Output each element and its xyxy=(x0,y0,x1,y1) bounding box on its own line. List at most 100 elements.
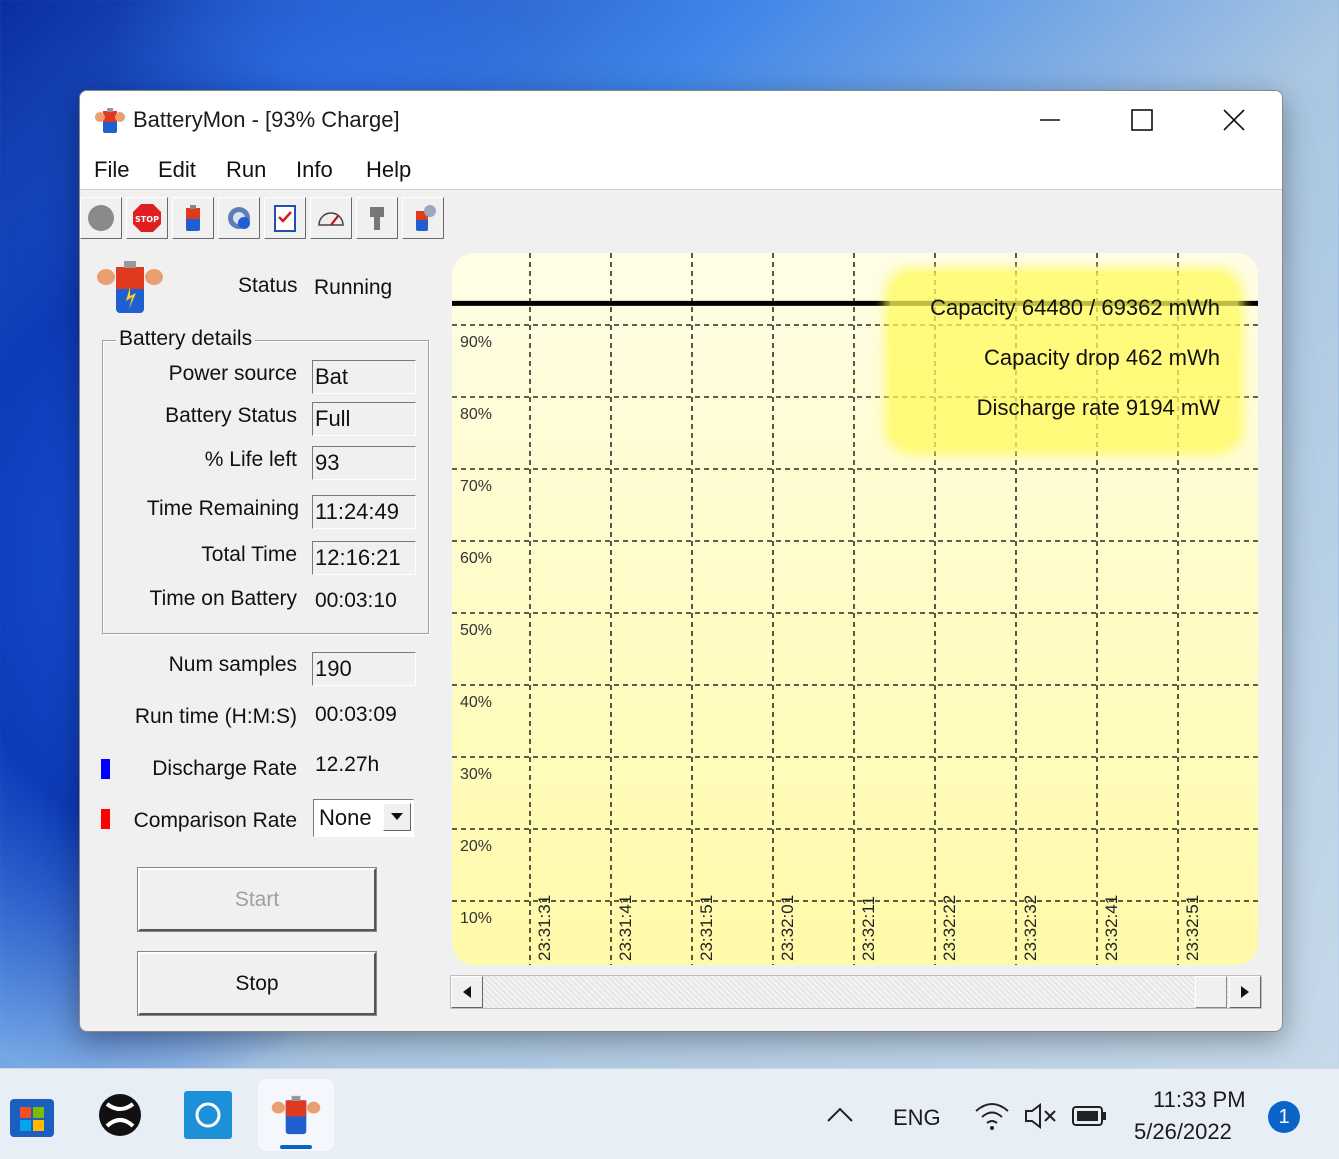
stop-button[interactable]: STOP xyxy=(126,197,168,239)
scroll-right-button[interactable] xyxy=(1229,976,1261,1008)
dropdown-button[interactable] xyxy=(383,803,411,831)
maximize-button[interactable] xyxy=(1096,91,1188,149)
y-tick-label: 80% xyxy=(460,406,492,423)
y-tick-label: 10% xyxy=(460,910,492,927)
status-label: Status xyxy=(238,274,298,297)
battery-icon xyxy=(186,205,200,231)
arrow-left-icon xyxy=(463,986,471,998)
discharge-rate-color xyxy=(101,759,110,779)
x-tick-label: 23:32:11 xyxy=(859,896,878,961)
menu-edit[interactable]: Edit xyxy=(158,157,196,183)
menu-help[interactable]: Help xyxy=(366,157,411,183)
window-title: BatteryMon - [93% Charge] xyxy=(133,107,400,132)
x-tick-label: 23:32:51 xyxy=(1183,895,1202,961)
gauge-button[interactable] xyxy=(310,197,352,239)
clock-date[interactable]: 5/26/2022 xyxy=(1134,1119,1232,1145)
batterymon-icon xyxy=(271,1095,321,1135)
life-left-label: % Life left xyxy=(204,448,297,471)
run-time-value: 00:03:09 xyxy=(315,703,397,726)
batterymon-taskbar-button[interactable] xyxy=(258,1079,334,1151)
x-tick-label: 23:32:01 xyxy=(778,895,797,961)
arrow-right-icon xyxy=(1241,986,1249,998)
checklist-icon xyxy=(274,205,296,232)
power-source-label: Power source xyxy=(168,362,297,385)
scroll-thumb[interactable] xyxy=(1195,976,1227,1008)
overlay-capacity-drop: Capacity drop 462 mWh xyxy=(984,345,1220,370)
run-time-label: Run time (H:M:S) xyxy=(134,705,297,728)
num-samples-label: Num samples xyxy=(168,653,297,676)
status-value: Running xyxy=(314,276,393,299)
time-remaining-label: Time Remaining xyxy=(146,497,299,520)
x-tick-label: 23:31:51 xyxy=(697,895,716,961)
language-indicator[interactable]: ENG xyxy=(893,1105,941,1131)
maximize-icon xyxy=(1131,109,1153,131)
active-indicator xyxy=(280,1145,312,1149)
settings-button[interactable] xyxy=(218,197,260,239)
overlay-capacity: Capacity 64480 / 69362 mWh xyxy=(930,295,1220,320)
settings-icon xyxy=(228,207,250,229)
battery-info-icon xyxy=(416,205,436,231)
start-button[interactable]: Start xyxy=(137,867,377,932)
y-tick-label: 50% xyxy=(460,622,492,639)
xbox-app[interactable] xyxy=(84,1079,156,1151)
y-tick-label: 40% xyxy=(460,694,492,711)
y-tick-label: 30% xyxy=(460,766,492,783)
batterymon-window: BatteryMon - [93% Charge] File Edit Run … xyxy=(79,90,1283,1032)
battery-details-title: Battery details xyxy=(116,327,256,351)
toolbar: STOP xyxy=(80,195,450,241)
battery-info-button[interactable] xyxy=(402,197,444,239)
title-bar: BatteryMon - [93% Charge] xyxy=(80,91,1282,149)
taskbar: ENG 11:33 PM 5/26/2022 1 xyxy=(0,1068,1339,1159)
battery-button[interactable] xyxy=(172,197,214,239)
volume-muted-icon[interactable] xyxy=(1024,1103,1058,1129)
menu-file[interactable]: File xyxy=(94,157,129,183)
stop-sign-icon: STOP xyxy=(133,204,161,232)
chart-scrollbar[interactable] xyxy=(450,975,1262,1009)
notification-badge[interactable]: 1 xyxy=(1268,1101,1300,1133)
menu-info[interactable]: Info xyxy=(296,157,333,183)
gauge-icon xyxy=(318,212,344,226)
record-icon xyxy=(88,205,114,231)
show-hidden-icons-button[interactable] xyxy=(826,1105,854,1127)
stats-overlay: Capacity 64480 / 69362 mWh Capacity drop… xyxy=(890,273,1238,449)
x-tick-label: 23:31:41 xyxy=(616,895,635,961)
overlay-discharge-rate: Discharge rate 9194 mW xyxy=(976,395,1220,420)
close-button[interactable] xyxy=(1188,91,1280,149)
time-on-battery-label: Time on Battery xyxy=(149,587,297,610)
y-tick-label: 20% xyxy=(460,838,492,855)
comparison-rate-color xyxy=(101,809,110,829)
close-icon xyxy=(1223,109,1245,131)
total-time-label: Total Time xyxy=(201,543,297,566)
time-on-battery-value: 00:03:10 xyxy=(315,589,397,612)
scroll-left-button[interactable] xyxy=(451,976,483,1008)
clock-time[interactable]: 11:33 PM xyxy=(1153,1087,1246,1113)
start-button-taskbar[interactable] xyxy=(0,1079,68,1151)
plug-button[interactable] xyxy=(356,197,398,239)
wifi-icon[interactable] xyxy=(974,1101,1010,1131)
power-source-field: Bat xyxy=(312,360,416,394)
comparison-rate-select[interactable]: None xyxy=(313,799,414,837)
x-tick-label: 23:32:32 xyxy=(1021,895,1040,961)
app-icon xyxy=(184,1091,232,1139)
minimize-button[interactable] xyxy=(1004,91,1096,149)
total-time-field: 12:16:21 xyxy=(312,541,416,575)
battery-chart: 90% 80% 70% 60% 50% 40% 30% 20% 10% 23:31:31 23:31… xyxy=(452,253,1258,965)
chevron-up-icon xyxy=(827,1107,853,1122)
menu-bar: File Edit Run Info Help xyxy=(80,149,1282,190)
x-tick-label: 23:32:41 xyxy=(1102,895,1121,961)
record-button[interactable] xyxy=(80,197,122,239)
y-tick-label: 60% xyxy=(460,550,492,567)
xbox-icon xyxy=(99,1094,141,1136)
checklist-button[interactable] xyxy=(264,197,306,239)
menu-run[interactable]: Run xyxy=(226,157,266,183)
stop-button-main[interactable]: Stop xyxy=(137,951,377,1016)
discharge-rate-label: Discharge Rate xyxy=(152,757,297,780)
num-samples-field: 190 xyxy=(312,652,416,686)
battery-status-label: Battery Status xyxy=(165,404,297,427)
x-tick-label: 23:31:31 xyxy=(535,895,554,961)
app-button[interactable] xyxy=(172,1079,244,1151)
battery-status-field: Full xyxy=(312,402,416,436)
discharge-rate-value: 12.27h xyxy=(315,753,380,776)
life-left-field: 93 xyxy=(312,446,416,480)
battery-tray-icon[interactable] xyxy=(1072,1105,1108,1127)
